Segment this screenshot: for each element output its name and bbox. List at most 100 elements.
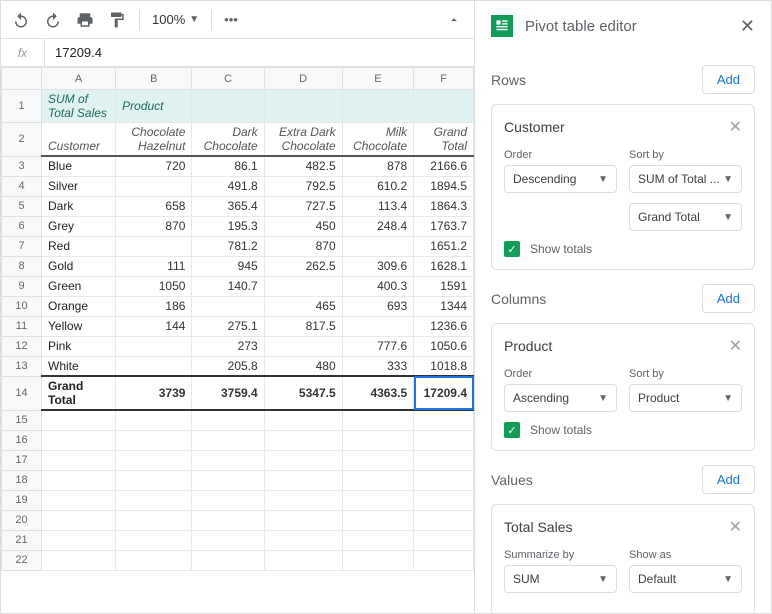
cell[interactable] <box>116 430 192 450</box>
cell[interactable] <box>192 490 264 510</box>
cell[interactable] <box>264 336 342 356</box>
add-rows-button[interactable]: Add <box>702 65 755 94</box>
cell[interactable]: 4363.5 <box>342 376 414 410</box>
cell[interactable] <box>192 430 264 450</box>
cell[interactable]: 309.6 <box>342 256 414 276</box>
zoom-dropdown[interactable]: 100%▼ <box>152 12 199 27</box>
cell[interactable]: 17209.4 <box>414 376 474 410</box>
cell[interactable]: Green <box>42 276 116 296</box>
cell[interactable]: 1050 <box>116 276 192 296</box>
show-totals-checkbox[interactable]: ✓ <box>504 422 520 438</box>
sortby-dropdown[interactable]: SUM of Total ...▼ <box>629 165 742 193</box>
cell[interactable]: 1344 <box>414 296 474 316</box>
cell[interactable]: 333 <box>342 356 414 376</box>
row-header[interactable]: 4 <box>2 176 42 196</box>
row-header[interactable]: 7 <box>2 236 42 256</box>
cell[interactable] <box>264 276 342 296</box>
cell[interactable] <box>192 450 264 470</box>
cell[interactable]: Pink <box>42 336 116 356</box>
more-icon[interactable]: ••• <box>224 12 238 27</box>
cell[interactable] <box>116 450 192 470</box>
cell[interactable]: 727.5 <box>264 196 342 216</box>
col-header[interactable]: E <box>342 68 414 90</box>
remove-card-icon[interactable]: ✕ <box>729 517 742 537</box>
cell[interactable]: 262.5 <box>264 256 342 276</box>
pivot-header[interactable]: Product <box>116 90 192 123</box>
cell[interactable] <box>116 176 192 196</box>
cell[interactable]: Orange <box>42 296 116 316</box>
row-header[interactable]: 16 <box>2 430 42 450</box>
cell[interactable] <box>342 450 414 470</box>
sortby-extra-dropdown[interactable]: Grand Total▼ <box>629 203 742 231</box>
cell[interactable] <box>414 450 474 470</box>
row-header[interactable]: 19 <box>2 490 42 510</box>
cell[interactable]: 450 <box>264 216 342 236</box>
order-dropdown[interactable]: Descending▼ <box>504 165 617 193</box>
col-header[interactable]: F <box>414 68 474 90</box>
cell[interactable]: 275.1 <box>192 316 264 336</box>
cell[interactable]: 86.1 <box>192 156 264 176</box>
cell[interactable]: 491.8 <box>192 176 264 196</box>
cell[interactable] <box>264 490 342 510</box>
cell[interactable] <box>414 510 474 530</box>
cell[interactable]: 1651.2 <box>414 236 474 256</box>
cell[interactable]: 1591 <box>414 276 474 296</box>
cell[interactable]: Grey <box>42 216 116 236</box>
cell[interactable] <box>192 510 264 530</box>
cell[interactable]: 610.2 <box>342 176 414 196</box>
cell[interactable] <box>264 530 342 550</box>
cell[interactable]: 3739 <box>116 376 192 410</box>
cell[interactable]: 113.4 <box>342 196 414 216</box>
cell[interactable] <box>42 410 116 430</box>
cell[interactable] <box>192 530 264 550</box>
cell[interactable]: 781.2 <box>192 236 264 256</box>
cell[interactable]: 792.5 <box>264 176 342 196</box>
spreadsheet-grid[interactable]: ABCDEF1SUM of Total SalesProduct2Custome… <box>1 67 474 613</box>
cell[interactable]: 720 <box>116 156 192 176</box>
cell[interactable] <box>414 530 474 550</box>
cell[interactable] <box>116 410 192 430</box>
pivot-col-header[interactable]: Dark Chocolate <box>192 123 264 157</box>
cell[interactable] <box>264 510 342 530</box>
cell[interactable]: 1894.5 <box>414 176 474 196</box>
cell[interactable]: 777.6 <box>342 336 414 356</box>
summarize-dropdown[interactable]: SUM▼ <box>504 565 617 593</box>
row-header[interactable]: 8 <box>2 256 42 276</box>
cell[interactable] <box>42 490 116 510</box>
cell[interactable]: 870 <box>264 236 342 256</box>
cell[interactable]: 693 <box>342 296 414 316</box>
col-header[interactable]: B <box>116 68 192 90</box>
cell[interactable]: Dark <box>42 196 116 216</box>
cell[interactable] <box>342 316 414 336</box>
cell[interactable]: Grand Total <box>42 376 116 410</box>
cell[interactable] <box>42 530 116 550</box>
cell[interactable] <box>342 510 414 530</box>
cell[interactable] <box>342 410 414 430</box>
cell[interactable] <box>414 470 474 490</box>
cell[interactable]: 480 <box>264 356 342 376</box>
cell[interactable] <box>264 430 342 450</box>
cell[interactable]: 2166.6 <box>414 156 474 176</box>
row-header[interactable]: 5 <box>2 196 42 216</box>
cell[interactable]: 658 <box>116 196 192 216</box>
cell[interactable]: 3759.4 <box>192 376 264 410</box>
cell[interactable]: 5347.5 <box>264 376 342 410</box>
cell[interactable]: White <box>42 356 116 376</box>
cell[interactable]: 273 <box>192 336 264 356</box>
cell[interactable] <box>342 490 414 510</box>
row-header[interactable]: 2 <box>2 123 42 157</box>
row-header[interactable]: 22 <box>2 550 42 570</box>
cell[interactable]: 186 <box>116 296 192 316</box>
cell[interactable] <box>42 470 116 490</box>
row-header[interactable]: 3 <box>2 156 42 176</box>
pivot-col-header[interactable]: Extra Dark Chocolate <box>264 123 342 157</box>
showas-dropdown[interactable]: Default▼ <box>629 565 742 593</box>
col-header[interactable]: A <box>42 68 116 90</box>
show-totals-checkbox[interactable]: ✓ <box>504 241 520 257</box>
row-header[interactable]: 1 <box>2 90 42 123</box>
cell[interactable] <box>42 550 116 570</box>
cell[interactable] <box>414 430 474 450</box>
cell[interactable] <box>116 510 192 530</box>
cell[interactable] <box>414 410 474 430</box>
cell[interactable]: 870 <box>116 216 192 236</box>
